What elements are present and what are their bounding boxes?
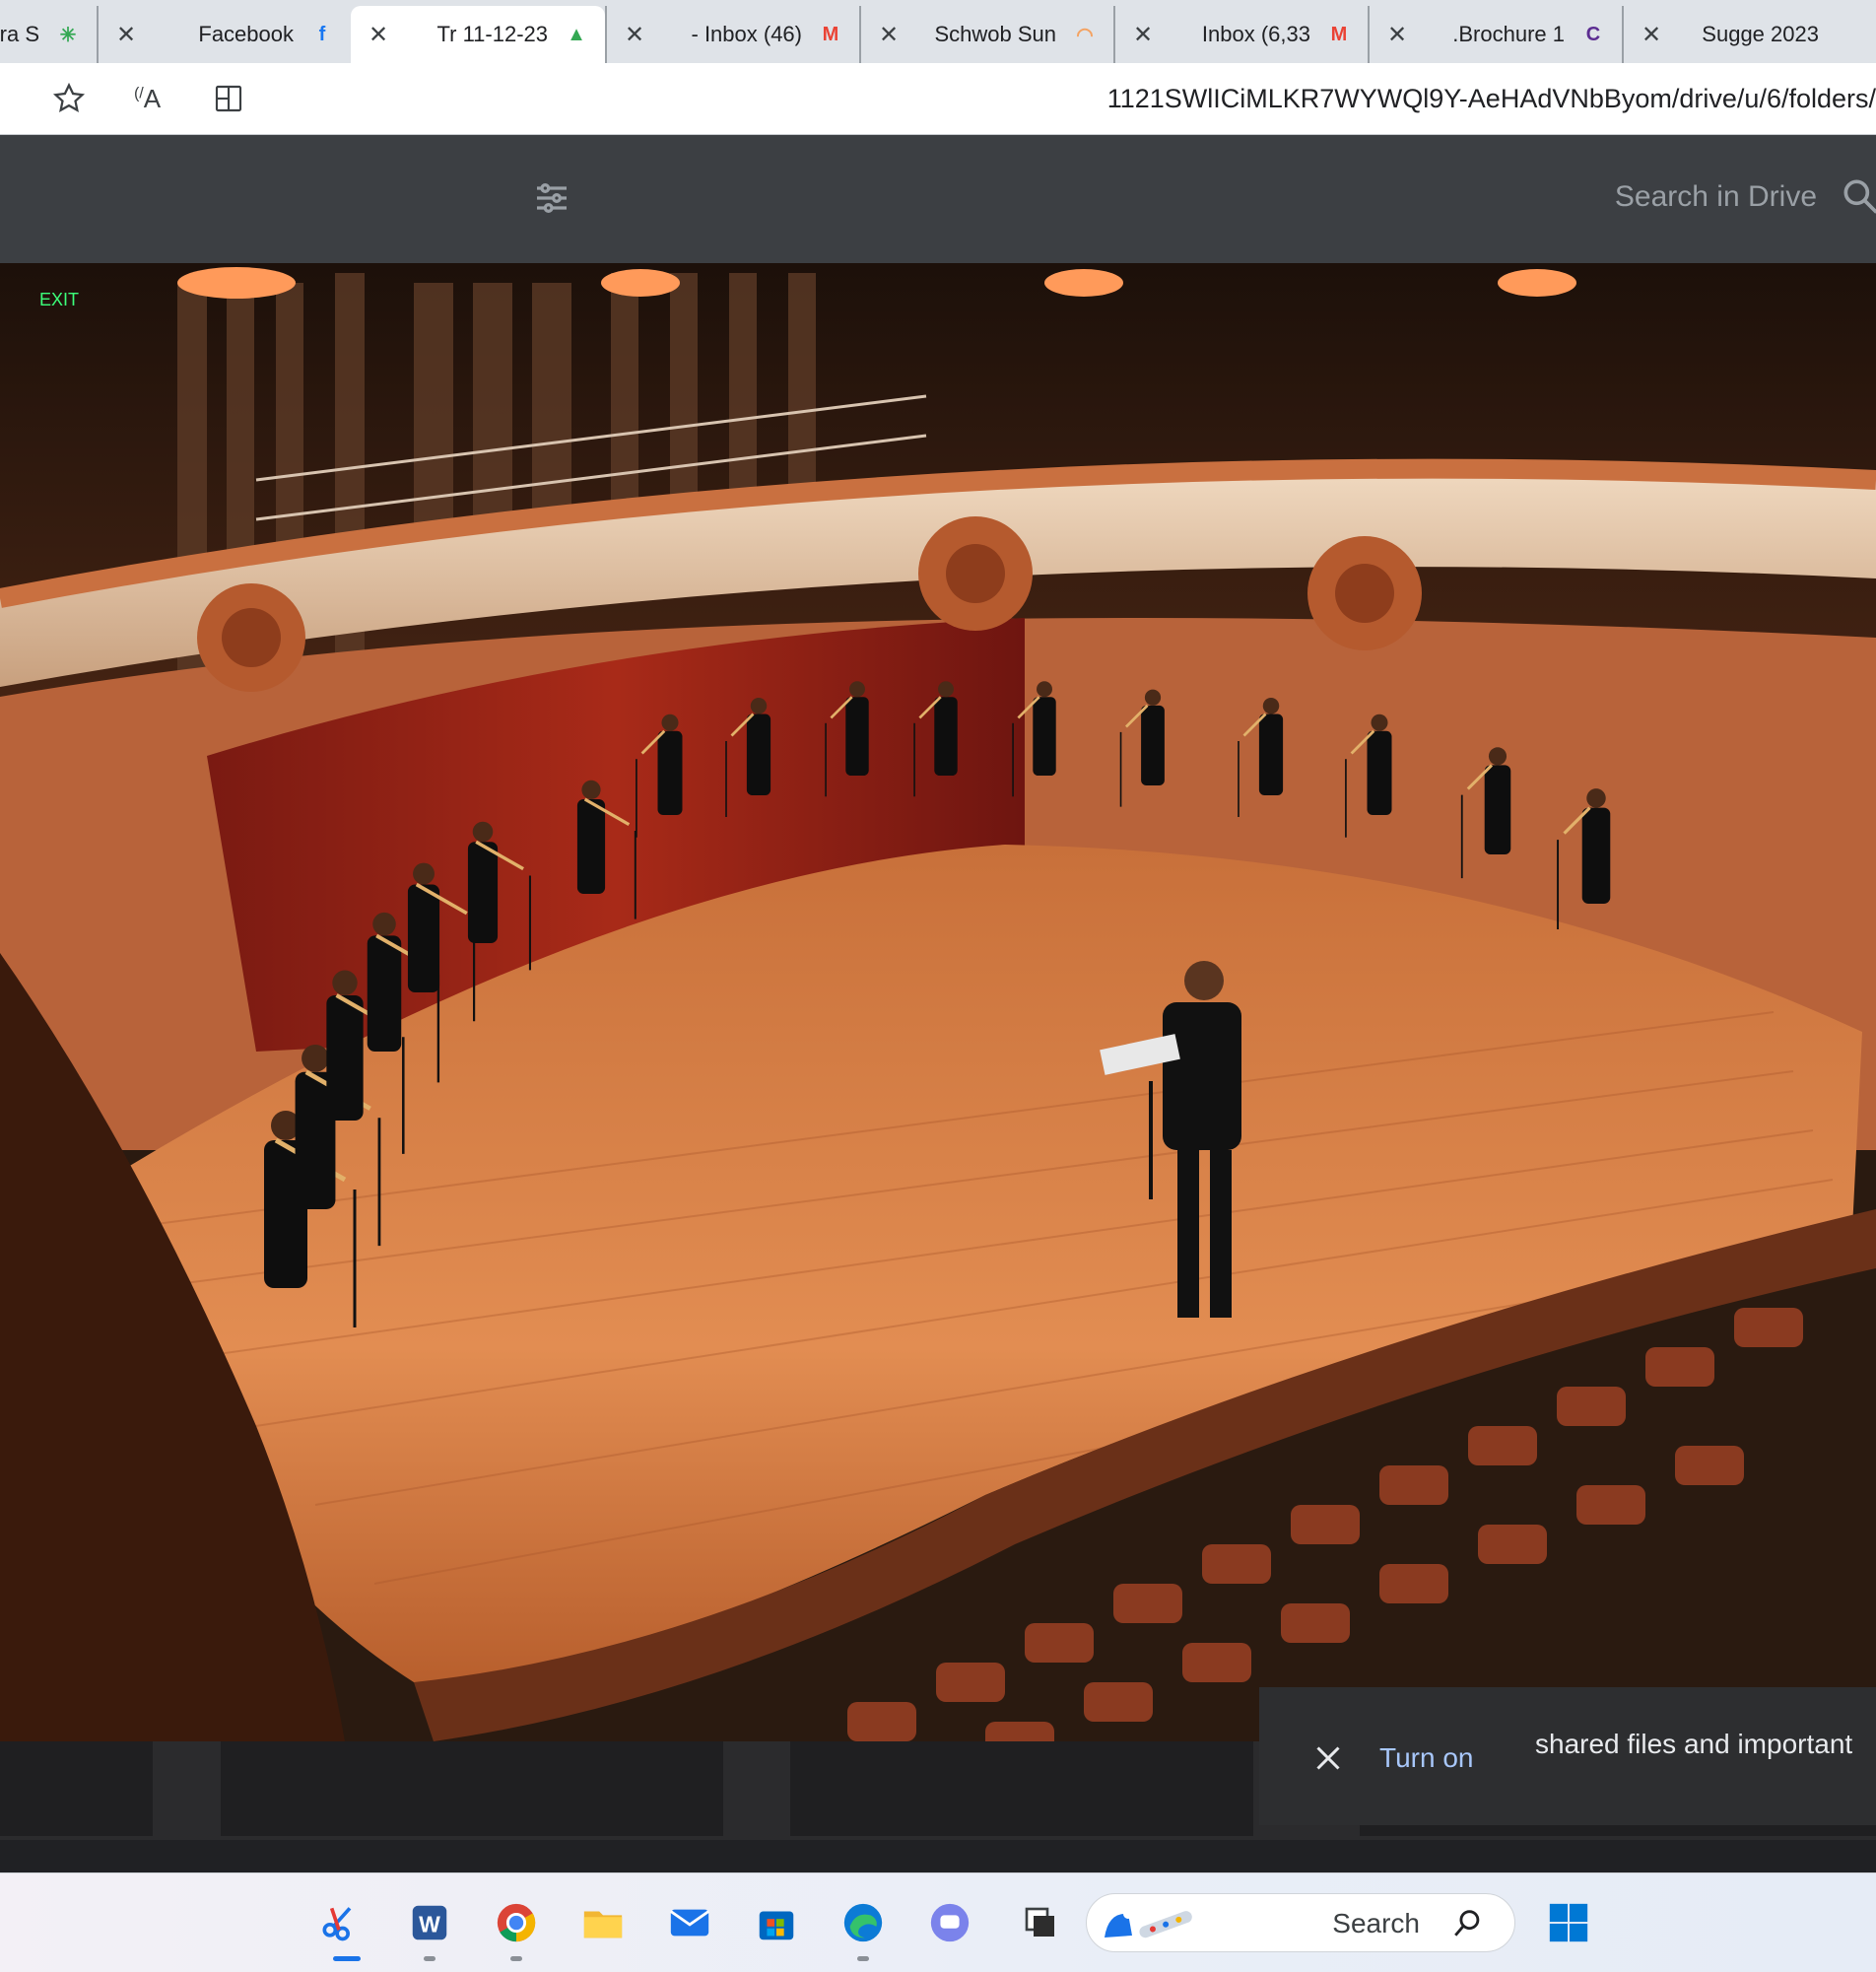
- close-icon[interactable]: ✕: [1383, 21, 1411, 48]
- tab-strip: 2023 Sugge ✕ C Brochure 1. ✕ M Inbox (6,33 ✕ ◠ Sc…: [0, 0, 1876, 63]
- sparkle-icon: ✳: [59, 24, 77, 46]
- drive-search-input[interactable]: Search in Drive: [1615, 180, 1817, 214]
- toast-message: shared files and important: [1535, 1729, 1853, 1759]
- close-icon[interactable]: ✕: [875, 21, 903, 48]
- search-highlight-icon: [1105, 1909, 1192, 1938]
- tab-title: 2023 Sugge: [1702, 22, 1819, 46]
- url-prefix: om/drive/u/6/folders/: [1635, 84, 1876, 113]
- turn-on-button[interactable]: Turn on: [1379, 1742, 1473, 1774]
- notification-toast: shared files and important Turn on: [1259, 1687, 1876, 1825]
- url-text[interactable]: 1121SWlICiMLKR7WYWQl9Y-AeHAdVNbByom/driv…: [1107, 77, 1876, 120]
- search-icon[interactable]: [1839, 174, 1876, 218]
- close-icon[interactable]: [1310, 1740, 1346, 1776]
- word-icon[interactable]: W: [404, 1897, 455, 1948]
- search-options-icon[interactable]: [532, 178, 571, 218]
- browser-tab[interactable]: ▲ 11-12-23 Tr ✕: [351, 6, 605, 63]
- drive-header: Search in Drive: [0, 135, 1876, 263]
- file-explorer-icon[interactable]: [577, 1897, 629, 1948]
- svg-text:W: W: [419, 1912, 440, 1938]
- taskbar-search-label: Search: [1332, 1908, 1420, 1938]
- browser-tab[interactable]: M Inbox (46) - ✕: [605, 6, 859, 63]
- address-bar-row: A\) 1121SWlICiMLKR7WYWQl9Y-AeHAdVNbByom/…: [0, 63, 1876, 135]
- microsoft-store-icon[interactable]: [751, 1897, 802, 1948]
- drive-icon: ▲: [567, 23, 586, 45]
- browser-tab[interactable]: ◠ Schwob Sun ✕: [859, 6, 1113, 63]
- document-icon: [1833, 20, 1862, 49]
- tab-title: Inbox (46) -: [691, 22, 802, 46]
- extensions-grid-icon[interactable]: [209, 79, 248, 118]
- tab-title: Facebook: [198, 22, 294, 46]
- close-icon[interactable]: ✕: [621, 21, 648, 48]
- browser-tab[interactable]: 2023 Sugge ✕: [1622, 6, 1876, 63]
- rainbow-icon: ◠: [1076, 24, 1094, 46]
- tab-title: Clara S: [0, 22, 39, 46]
- browser-tab[interactable]: ✳Clara S✕: [0, 6, 97, 63]
- start-windows-icon[interactable]: [1543, 1897, 1594, 1948]
- photo-preview[interactable]: EXIT: [0, 263, 1876, 1741]
- read-aloud-icon[interactable]: A\): [128, 79, 168, 118]
- edge-icon[interactable]: [838, 1897, 889, 1948]
- browser-tab[interactable]: M Inbox (6,33 ✕: [1113, 6, 1368, 63]
- snipping-tool-icon[interactable]: [313, 1897, 365, 1948]
- url-path: 1121SWlICiMLKR7WYWQl9Y-AeHAdVNbBy: [1106, 84, 1636, 113]
- gmail-icon: M: [1330, 23, 1348, 45]
- facebook-icon: f: [318, 23, 326, 45]
- exit-sign: EXIT: [39, 290, 79, 309]
- task-view-icon[interactable]: [1015, 1897, 1066, 1948]
- taskbar-search[interactable]: Search: [1086, 1893, 1515, 1952]
- close-icon[interactable]: ✕: [1638, 21, 1665, 48]
- close-icon[interactable]: ✕: [112, 21, 140, 48]
- close-icon[interactable]: ✕: [365, 21, 392, 48]
- c-circle-icon: C: [1585, 23, 1601, 45]
- teams-chat-icon[interactable]: [924, 1897, 975, 1948]
- mail-icon[interactable]: [664, 1897, 715, 1948]
- tab-title: Brochure 1.: [1452, 22, 1565, 46]
- chrome-icon[interactable]: [491, 1897, 542, 1948]
- close-icon[interactable]: ✕: [1129, 21, 1157, 48]
- taskbar: W Search: [0, 1872, 1876, 1972]
- browser-tab[interactable]: C Brochure 1. ✕: [1368, 6, 1622, 63]
- tab-title: 11-12-23 Tr: [436, 22, 548, 46]
- gmail-icon: M: [822, 23, 839, 45]
- tab-title: Inbox (6,33: [1201, 22, 1310, 46]
- browser-tab[interactable]: f Facebook ✕: [97, 6, 351, 63]
- favorite-star-icon[interactable]: [49, 79, 89, 118]
- tab-title: Schwob Sun: [934, 22, 1056, 46]
- search-icon: [1454, 1910, 1480, 1937]
